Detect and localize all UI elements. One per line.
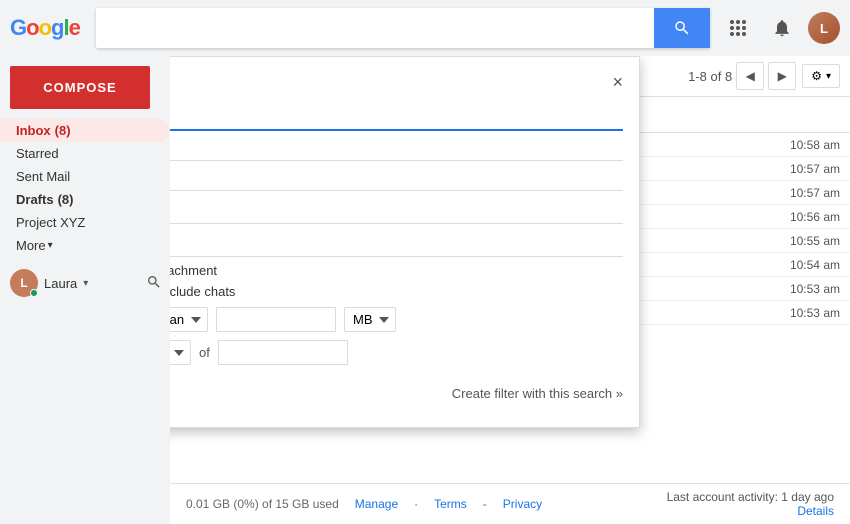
email-time: 10:54 am	[790, 258, 840, 272]
privacy-link[interactable]: Privacy	[503, 497, 542, 511]
dont-include-chats-label: Don't include chats	[170, 284, 235, 299]
user-avatar-button[interactable]: L	[808, 12, 840, 44]
doesnt-have-input[interactable]	[170, 233, 623, 257]
search-actions: Create filter with this search »	[170, 375, 623, 411]
to-input[interactable]	[170, 137, 623, 161]
footer-spacer: ·	[414, 497, 418, 511]
apps-icon	[730, 20, 746, 36]
user-dropdown-icon[interactable]: ▾	[83, 278, 88, 289]
main-layout: COMPOSE Inbox (8) Starred Sent Mail Draf…	[0, 56, 850, 524]
size-value-input[interactable]	[216, 307, 336, 332]
sidebar-item-drafts[interactable]: Drafts (8)	[0, 188, 170, 211]
apps-button[interactable]	[720, 10, 756, 46]
online-status-dot	[30, 289, 38, 297]
email-time: 10:57 am	[790, 162, 840, 176]
project-label: Project XYZ	[16, 215, 85, 230]
logo-o2: o	[39, 15, 51, 40]
more-chevron-icon: ▾	[48, 240, 53, 251]
drafts-label: Drafts	[16, 192, 54, 207]
terms-link[interactable]: Terms	[434, 497, 467, 511]
date-row: Date within 1 day 3 days 1 week 2 weeks …	[170, 340, 623, 365]
to-row: To	[170, 137, 623, 161]
pagination: 1-8 of 8 ◀ ▶	[688, 62, 796, 90]
settings-chevron-icon: ▾	[826, 71, 831, 82]
inbox-count: (8)	[55, 123, 71, 138]
date-of-label: of	[199, 345, 210, 360]
details-link[interactable]: Details	[797, 504, 834, 518]
email-time: 10:58 am	[790, 138, 840, 152]
subject-row: Subject	[170, 167, 623, 191]
date-value-input[interactable]	[218, 340, 348, 365]
user-avatar-small: L	[10, 269, 38, 297]
search-bar	[96, 8, 710, 48]
from-row: From	[170, 106, 623, 131]
sidebar-item-project[interactable]: Project XYZ	[0, 211, 170, 234]
sidebar-item-more[interactable]: More ▾	[0, 234, 170, 257]
has-attachment-row: Has attachment	[170, 263, 623, 278]
logo-g: G	[10, 15, 26, 40]
sidebar: COMPOSE Inbox (8) Starred Sent Mail Draf…	[0, 56, 170, 524]
pagination-text: 1-8 of 8	[688, 69, 732, 84]
logo-o1: o	[26, 15, 38, 40]
sidebar-item-starred[interactable]: Starred	[0, 142, 170, 165]
email-time: 10:53 am	[790, 306, 840, 320]
inbox-label: Inbox	[16, 123, 51, 138]
footer-activity: Last account activity: 1 day ago Details	[667, 490, 834, 518]
sidebar-item-inbox[interactable]: Inbox (8)	[0, 119, 170, 142]
search-panel: Search All Mail Inbox Sent Mail Drafts S…	[170, 56, 640, 428]
logo-e: e	[69, 15, 80, 40]
top-icons: L	[720, 10, 840, 46]
starred-label: Starred	[16, 146, 59, 161]
dont-include-chats-row: Don't include chats	[170, 284, 623, 299]
has-words-input[interactable]	[170, 200, 623, 224]
drafts-count: (8)	[58, 192, 74, 207]
more-label: More	[16, 238, 46, 253]
sidebar-item-sent[interactable]: Sent Mail	[0, 165, 170, 188]
email-time: 10:53 am	[790, 282, 840, 296]
next-page-button[interactable]: ▶	[768, 62, 796, 90]
search-button[interactable]	[654, 8, 710, 48]
subject-input[interactable]	[170, 167, 623, 191]
manage-link[interactable]: Manage	[355, 497, 398, 511]
compose-button[interactable]: COMPOSE	[10, 66, 150, 109]
notifications-button[interactable]	[764, 10, 800, 46]
logo-g2: g	[51, 15, 63, 40]
search-input[interactable]	[96, 11, 654, 45]
user-name-label: Laura	[44, 276, 77, 291]
has-words-row: Has the words	[170, 197, 623, 227]
storage-text: 0.01 GB (0%) of 15 GB used	[186, 497, 339, 511]
has-attachment-label: Has attachment	[170, 263, 217, 278]
create-filter-link[interactable]: Create filter with this search »	[452, 386, 623, 401]
size-unit-select[interactable]: MB KB GB	[344, 307, 396, 332]
from-input[interactable]	[170, 106, 623, 131]
email-time: 10:57 am	[790, 186, 840, 200]
settings-button[interactable]: ⚙ ▾	[802, 64, 840, 88]
google-logo: Google	[10, 15, 80, 41]
doesnt-have-row: Doesn't have	[170, 233, 623, 257]
footer: 0.01 GB (0%) of 15 GB used Manage · Term…	[170, 483, 850, 524]
search-panel-header: Search All Mail Inbox Sent Mail Drafts S…	[170, 69, 623, 94]
previous-page-button[interactable]: ◀	[736, 62, 764, 90]
topbar: Google L	[0, 0, 850, 56]
email-time: 10:56 am	[790, 210, 840, 224]
date-within-select[interactable]: 1 day 3 days 1 week 2 weeks 1 month 2 mo…	[170, 340, 191, 365]
settings-icon: ⚙	[811, 69, 822, 83]
sent-label: Sent Mail	[16, 169, 70, 184]
email-time: 10:55 am	[790, 234, 840, 248]
search-panel-close-button[interactable]: ×	[612, 73, 623, 91]
footer-dash: -	[483, 497, 487, 511]
user-section: L Laura ▾	[0, 261, 170, 305]
size-row: Size greater than less than MB KB GB	[170, 307, 623, 332]
sidebar-search-icon[interactable]	[146, 274, 162, 293]
content-area: 1-8 of 8 ◀ ▶ ⚙ ▾ 💬 Forums + W/E 10/7 - I…	[170, 56, 850, 524]
activity-text: Last account activity: 1 day ago	[667, 490, 834, 504]
size-comparison-select[interactable]: greater than less than	[170, 307, 208, 332]
